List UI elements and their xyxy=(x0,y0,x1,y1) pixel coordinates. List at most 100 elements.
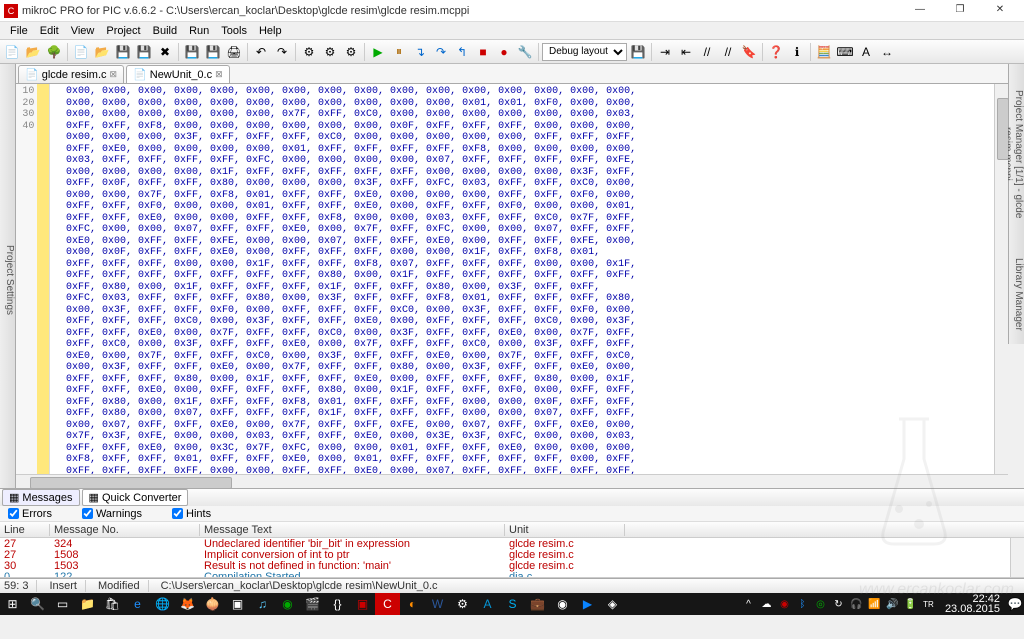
blender-icon[interactable]: ◐ xyxy=(400,593,425,615)
clock[interactable]: 22:42 23.08.2015 xyxy=(939,594,1006,614)
menu-tools[interactable]: Tools xyxy=(215,24,253,38)
redo-icon[interactable]: ↷ xyxy=(272,42,292,62)
menu-file[interactable]: File xyxy=(4,24,34,38)
comment-icon[interactable]: // xyxy=(697,42,717,62)
message-row[interactable]: 271508Implicit conversion of int to ptrg… xyxy=(0,549,1024,560)
uncomment-icon[interactable]: // xyxy=(718,42,738,62)
save-icon[interactable]: 💾 xyxy=(113,42,133,62)
menu-run[interactable]: Run xyxy=(183,24,215,38)
chrome-icon[interactable]: 🌐 xyxy=(150,593,175,615)
tray-bluetooth-icon[interactable]: ᛒ xyxy=(794,593,811,615)
close-project-icon[interactable]: ✖ xyxy=(155,42,175,62)
col-message-no[interactable]: Message No. xyxy=(50,524,200,536)
messages-scrollbar[interactable] xyxy=(1010,538,1024,577)
right-sidebar-library-manager[interactable]: Library Manager xyxy=(1008,244,1024,344)
message-row[interactable]: 27324Undeclared identifier 'bir_bit' in … xyxy=(0,538,1024,549)
terminal-icon[interactable]: ⌨ xyxy=(835,42,855,62)
menu-project[interactable]: Project xyxy=(100,24,146,38)
new-icon[interactable]: 📄 xyxy=(2,42,22,62)
errors-checkbox[interactable] xyxy=(8,508,19,519)
tor-icon[interactable]: 🧅 xyxy=(200,593,225,615)
menu-edit[interactable]: Edit xyxy=(34,24,65,38)
movie-icon[interactable]: 🎬 xyxy=(300,593,325,615)
close-button[interactable]: ✕ xyxy=(980,1,1020,21)
unity-icon[interactable]: ◈ xyxy=(600,593,625,615)
col-line[interactable]: Line xyxy=(0,524,50,536)
tree-icon[interactable]: 🌳 xyxy=(44,42,64,62)
explorer-icon[interactable]: 📁 xyxy=(75,593,100,615)
message-row[interactable]: 0122Compilation Starteddia.c xyxy=(0,571,1024,578)
message-row[interactable]: 301503Result is not defined in function:… xyxy=(0,560,1024,571)
tv-icon[interactable]: ▶ xyxy=(575,593,600,615)
about-icon[interactable]: ℹ xyxy=(787,42,807,62)
obs-icon[interactable]: ◉ xyxy=(550,593,575,615)
run-icon[interactable]: ▶ xyxy=(368,42,388,62)
col-message-text[interactable]: Message Text xyxy=(200,524,505,536)
filter-warnings[interactable]: Warnings xyxy=(82,508,142,520)
filter-hints[interactable]: Hints xyxy=(172,508,211,520)
undo-icon[interactable]: ↶ xyxy=(251,42,271,62)
tray-volume-icon[interactable]: 🔊 xyxy=(884,593,901,615)
store-icon[interactable]: 🛍 xyxy=(100,593,125,615)
menu-build[interactable]: Build xyxy=(147,24,183,38)
step-out-icon[interactable]: ↰ xyxy=(452,42,472,62)
indent-icon[interactable]: ⇥ xyxy=(655,42,675,62)
mikroc-icon[interactable]: C xyxy=(375,593,400,615)
search-icon[interactable]: 🔍 xyxy=(25,593,50,615)
tray-antivirus-icon[interactable]: ◉ xyxy=(776,593,793,615)
word-icon[interactable]: W xyxy=(425,593,450,615)
code-icon[interactable]: {} xyxy=(325,593,350,615)
left-sidebar-project-settings[interactable]: Project Settings xyxy=(0,64,16,488)
hints-checkbox[interactable] xyxy=(172,508,183,519)
print-icon[interactable]: 🖨 xyxy=(224,42,244,62)
debug-tool-icon[interactable]: 🔧 xyxy=(515,42,535,62)
tray-battery-icon[interactable]: 🔋 xyxy=(902,593,919,615)
layout-combo[interactable]: Debug layout xyxy=(542,43,627,61)
menu-view[interactable]: View xyxy=(65,24,101,38)
bookmark-icon[interactable]: 🔖 xyxy=(739,42,759,62)
vertical-scrollbar[interactable] xyxy=(994,84,1008,474)
pause-icon[interactable]: ⏸ xyxy=(389,42,409,62)
step-over-icon[interactable]: ↷ xyxy=(431,42,451,62)
outdent-icon[interactable]: ⇤ xyxy=(676,42,696,62)
autodesk-icon[interactable]: A xyxy=(475,593,500,615)
firefox-icon[interactable]: 🦊 xyxy=(175,593,200,615)
tray-remote-icon[interactable]: ◎ xyxy=(812,593,829,615)
filter-errors[interactable]: Errors xyxy=(8,508,52,520)
tab-glcde-resim[interactable]: 📄 glcde resim.c ⊠ xyxy=(18,65,124,83)
tray-lang-icon[interactable]: TR xyxy=(920,593,937,615)
code-editor[interactable]: 10 20 30 40 0x00, 0x00, 0x00, 0x00, 0x00… xyxy=(16,84,1008,474)
menu-help[interactable]: Help xyxy=(253,24,288,38)
tray-network-icon[interactable]: 📶 xyxy=(866,593,883,615)
tab-quick-converter[interactable]: ▦Quick Converter xyxy=(82,489,189,506)
save-all-icon[interactable]: 💾 xyxy=(134,42,154,62)
gear-icon[interactable]: ⚙ xyxy=(450,593,475,615)
app-icon[interactable]: ▣ xyxy=(225,593,250,615)
tab-newunit[interactable]: 📄 NewUnit_0.c ⊠ xyxy=(126,65,230,83)
warnings-checkbox[interactable] xyxy=(82,508,93,519)
reader-icon[interactable]: ▣ xyxy=(350,593,375,615)
save-file-icon[interactable]: 💾 xyxy=(182,42,202,62)
horizontal-scrollbar[interactable] xyxy=(16,474,1008,488)
right-sidebar-project-manager[interactable]: Project Manager [1/1] - glcde resim.mcpp… xyxy=(1008,64,1024,244)
task-view-icon[interactable]: ▭ xyxy=(50,593,75,615)
help-icon[interactable]: ❓ xyxy=(766,42,786,62)
tab-messages[interactable]: ▦Messages xyxy=(2,489,80,506)
tab-close-icon[interactable]: ⊠ xyxy=(215,69,223,80)
start-button[interactable]: ⊞ xyxy=(0,593,25,615)
col-unit[interactable]: Unit xyxy=(505,524,625,536)
ascii-icon[interactable]: A xyxy=(856,42,876,62)
layout-save-icon[interactable]: 💾 xyxy=(628,42,648,62)
open-project-icon[interactable]: 📂 xyxy=(92,42,112,62)
corel-icon[interactable]: ◉ xyxy=(275,593,300,615)
tab-close-icon[interactable]: ⊠ xyxy=(110,69,118,80)
itunes-icon[interactable]: ♫ xyxy=(250,593,275,615)
new-project-icon[interactable]: 📄 xyxy=(71,42,91,62)
open-icon[interactable]: 📂 xyxy=(23,42,43,62)
tray-update-icon[interactable]: ↻ xyxy=(830,593,847,615)
minimize-button[interactable]: — xyxy=(900,1,940,21)
skype-icon[interactable]: S xyxy=(500,593,525,615)
step-into-icon[interactable]: ↴ xyxy=(410,42,430,62)
calculator-icon[interactable]: 🧮 xyxy=(814,42,834,62)
converter-icon[interactable]: ↔ xyxy=(877,42,897,62)
